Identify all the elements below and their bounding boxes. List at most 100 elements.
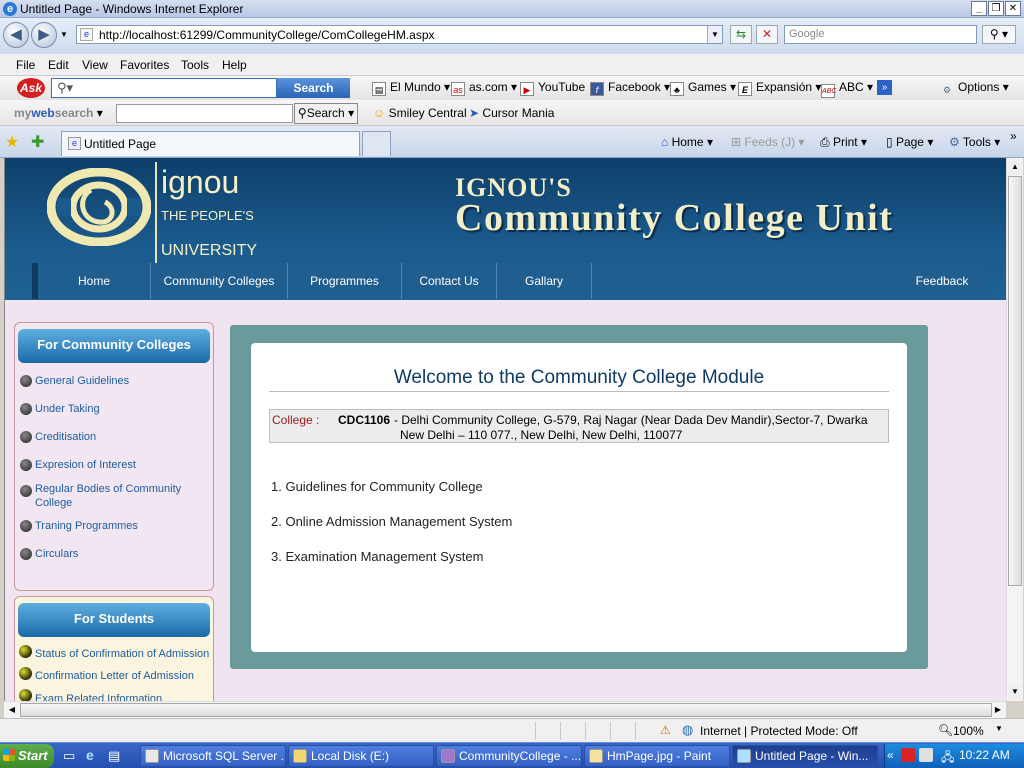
scroll-right-icon[interactable]: ▶: [991, 703, 1005, 717]
command-page[interactable]: ▯ Page ▾: [886, 135, 933, 149]
sidebar-link-general-guidelines[interactable]: General Guidelines: [35, 374, 191, 388]
toolbar-link-facebook[interactable]: f Facebook ▾: [590, 80, 670, 96]
toolbar-link-games[interactable]: ♣ Games ▾: [670, 80, 736, 96]
nav-feedback[interactable]: Feedback: [898, 263, 986, 299]
restore-icon[interactable]: ❐: [988, 1, 1004, 16]
scroll-down-icon[interactable]: ▼: [1008, 684, 1022, 700]
vertical-scrollbar[interactable]: ▲ ▼: [1006, 158, 1023, 701]
search-icon[interactable]: ⚲ ▾: [982, 25, 1016, 44]
start-button[interactable]: Start: [0, 744, 54, 768]
nav-gallary[interactable]: Gallary: [497, 263, 592, 299]
sidebar-link-exam-info[interactable]: Exam Related Information: [35, 693, 162, 701]
refresh-icon[interactable]: ⇆: [730, 25, 752, 44]
scroll-up-icon[interactable]: ▲: [1008, 159, 1022, 175]
command-feeds[interactable]: ⊞ Feeds (J) ▾: [731, 135, 804, 149]
acrobat-tray-icon[interactable]: [901, 748, 915, 762]
ask-search-button[interactable]: Search: [277, 78, 350, 98]
popup-blocker-icon[interactable]: ⚠: [660, 723, 671, 737]
menu-view[interactable]: View: [82, 58, 108, 72]
tray-expand-icon[interactable]: «: [887, 748, 894, 762]
menu-favorites[interactable]: Favorites: [120, 58, 169, 72]
nav-community-colleges[interactable]: Community Colleges: [151, 263, 288, 299]
mywebsearch-input[interactable]: [116, 104, 293, 123]
ignou-logo[interactable]: [47, 168, 151, 246]
ask-search-input[interactable]: ⚲▾: [51, 78, 277, 98]
zoom-level[interactable]: 100%: [953, 724, 984, 738]
scroll-thumb[interactable]: [1008, 176, 1022, 586]
new-tab-button[interactable]: [362, 131, 391, 156]
toolbar-link-ascom[interactable]: as as.com ▾: [451, 80, 517, 96]
sidebar-link-under-taking[interactable]: Under Taking: [35, 402, 191, 416]
scroll-thumb[interactable]: [20, 703, 992, 717]
tab-untitled-page[interactable]: e Untitled Page: [61, 131, 360, 156]
nav-contact-us[interactable]: Contact Us: [402, 263, 497, 299]
sidebar-link-circulars[interactable]: Circulars: [35, 547, 191, 561]
sidebar-link-traning-programmes[interactable]: Traning Programmes: [35, 519, 191, 533]
favorites-star-icon[interactable]: ★: [5, 132, 19, 152]
more-chevron-icon[interactable]: »: [877, 80, 892, 95]
address-dropdown-icon[interactable]: ▼: [707, 26, 722, 43]
sidebar-link-creditisation[interactable]: Creditisation: [35, 430, 191, 444]
task-local-disk[interactable]: Local Disk (E:): [288, 745, 434, 767]
menu-bar: File Edit View Favorites Tools Help: [0, 54, 1024, 76]
brand-tagline-2: UNIVERSITY: [161, 242, 258, 259]
nav-home[interactable]: Home: [38, 263, 151, 299]
command-home[interactable]: ⌂ Home ▾: [661, 135, 713, 149]
menu-edit[interactable]: Edit: [48, 58, 69, 72]
options-menu[interactable]: ⚙ Options ▾: [940, 80, 1009, 97]
zoom-dropdown-icon[interactable]: ▼: [995, 724, 1003, 733]
mywebsearch-logo[interactable]: mywebsearch ▾: [14, 106, 103, 120]
link-online-admission[interactable]: 2. Online Admission Management System: [271, 514, 512, 529]
command-print[interactable]: ⎙ Print ▾: [820, 135, 867, 150]
command-tools[interactable]: ⚙ Tools ▾: [949, 135, 1000, 149]
clock[interactable]: 10:22 AM: [959, 748, 1010, 762]
tray-app-icon[interactable]: [919, 748, 933, 762]
sidebar-link-confirmation-letter[interactable]: Confirmation Letter of Admission: [35, 670, 194, 682]
logo-web: web: [31, 106, 55, 120]
ask-logo[interactable]: Ask: [17, 78, 45, 98]
minimize-icon[interactable]: _: [971, 1, 987, 16]
zoom-icon: 🔍︎: [938, 723, 954, 737]
add-favorite-icon[interactable]: ✚: [31, 132, 44, 152]
stop-icon[interactable]: ✕: [756, 25, 778, 44]
task-sql-server[interactable]: Microsoft SQL Server ...: [140, 745, 286, 767]
window-title-bar[interactable]: e Untitled Page - Windows Internet Explo…: [0, 0, 1024, 18]
zone-status[interactable]: Internet | Protected Mode: Off: [700, 724, 858, 738]
switch-windows-icon[interactable]: ▤: [108, 748, 120, 764]
scroll-left-icon[interactable]: ◀: [5, 703, 19, 717]
bullet-icon: [20, 548, 32, 560]
more-commands-icon[interactable]: »: [1010, 129, 1017, 143]
toolbar-link-abc[interactable]: ABC ABC ▾: [821, 80, 873, 98]
sidebar-link-expresion-of-interest[interactable]: Expresion of Interest: [35, 458, 191, 472]
link-examination[interactable]: 3. Examination Management System: [271, 549, 483, 564]
mywebsearch-search-button[interactable]: ⚲Search ▾: [294, 103, 358, 124]
toolbar-link-youtube[interactable]: ▶ YouTube: [520, 80, 585, 96]
toolbar-link-elmundo[interactable]: ▤ El Mundo ▾: [372, 80, 450, 96]
sidebar-link-regular-bodies[interactable]: Regular Bodies of Community College: [35, 482, 191, 510]
address-bar[interactable]: e http://localhost:61299/CommunityColleg…: [76, 25, 723, 44]
toolbar-link-smiley-central[interactable]: ☺ Smiley Central: [373, 106, 467, 120]
toolbar-link-cursor-mania[interactable]: ➤ Cursor Mania: [469, 106, 554, 120]
address-row: ◀ ▶ ▼ e http://localhost:61299/Community…: [0, 18, 1024, 54]
menu-tools[interactable]: Tools: [181, 58, 209, 72]
home-icon: ⌂: [661, 135, 669, 149]
history-dropdown-icon[interactable]: ▼: [60, 30, 68, 39]
forward-icon[interactable]: ▶: [31, 22, 57, 48]
back-icon[interactable]: ◀: [3, 22, 29, 48]
college-address-line1: - Delhi Community College, G-579, Raj Na…: [394, 413, 868, 427]
ie-quicklaunch-icon[interactable]: e: [86, 747, 94, 763]
close-icon[interactable]: ✕: [1005, 1, 1021, 16]
menu-file[interactable]: File: [16, 58, 35, 72]
nav-programmes[interactable]: Programmes: [288, 263, 402, 299]
sidebar-link-confirmation-status[interactable]: Status of Confirmation of Admission: [35, 648, 209, 660]
link-guidelines[interactable]: 1. Guidelines for Community College: [271, 479, 483, 494]
task-untitled-page[interactable]: Untitled Page - Win...: [732, 745, 878, 767]
network-icon[interactable]: 🖧︎: [941, 748, 954, 768]
menu-help[interactable]: Help: [222, 58, 247, 72]
task-paint[interactable]: HmPage.jpg - Paint: [584, 745, 730, 767]
search-box[interactable]: Google: [784, 25, 977, 44]
show-desktop-icon[interactable]: ▭: [63, 748, 75, 764]
toolbar-link-expansion[interactable]: E Expansión ▾: [738, 80, 821, 96]
task-community-college[interactable]: CommunityCollege - ...: [436, 745, 582, 767]
horizontal-scrollbar[interactable]: ◀ ▶: [4, 701, 1006, 718]
